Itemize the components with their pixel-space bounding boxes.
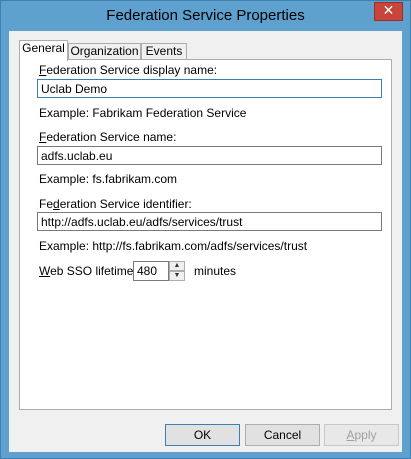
chevron-down-icon: ▼ <box>173 272 181 279</box>
sso-lifetime-input[interactable]: 480 <box>133 261 169 281</box>
tab-organization[interactable]: Organization <box>68 43 141 60</box>
dialog-client-area: General Organization Events Federation S… <box>9 31 402 452</box>
chevron-up-icon: ▲ <box>173 262 181 269</box>
spin-down-button[interactable]: ▼ <box>169 271 185 281</box>
service-name-input[interactable] <box>37 146 382 165</box>
display-name-input[interactable] <box>37 79 382 98</box>
identifier-input[interactable] <box>37 212 382 231</box>
tab-general[interactable]: General <box>19 40 68 61</box>
ok-button[interactable]: OK <box>165 424 240 446</box>
spin-up-button[interactable]: ▲ <box>169 261 185 271</box>
cancel-button[interactable]: Cancel <box>245 424 320 446</box>
close-icon: ✕ <box>382 3 395 19</box>
title-bar[interactable]: Federation Service Properties ✕ <box>1 1 410 31</box>
identifier-label: Federation Service identifier: <box>39 197 192 211</box>
service-name-label: Federation Service name: <box>39 130 177 144</box>
window-title: Federation Service Properties <box>106 7 305 24</box>
identifier-example: Example: http://fs.fabrikam.com/adfs/ser… <box>39 239 308 253</box>
close-button[interactable]: ✕ <box>374 2 403 21</box>
general-tab-panel: Federation Service display name: Example… <box>19 59 392 410</box>
sso-lifetime-unit: minutes <box>194 264 237 278</box>
apply-button[interactable]: Apply <box>324 424 399 446</box>
service-name-example: Example: fs.fabrikam.com <box>39 172 178 186</box>
tab-events[interactable]: Events <box>141 43 187 60</box>
display-name-label: Federation Service display name: <box>39 63 218 77</box>
sso-lifetime-spinner: 480 ▲ ▼ <box>133 261 185 281</box>
dialog-window: Federation Service Properties ✕ General … <box>0 0 411 459</box>
display-name-example: Example: Fabrikam Federation Service <box>39 106 247 120</box>
sso-lifetime-label: Web SSO lifetime: <box>39 264 137 278</box>
